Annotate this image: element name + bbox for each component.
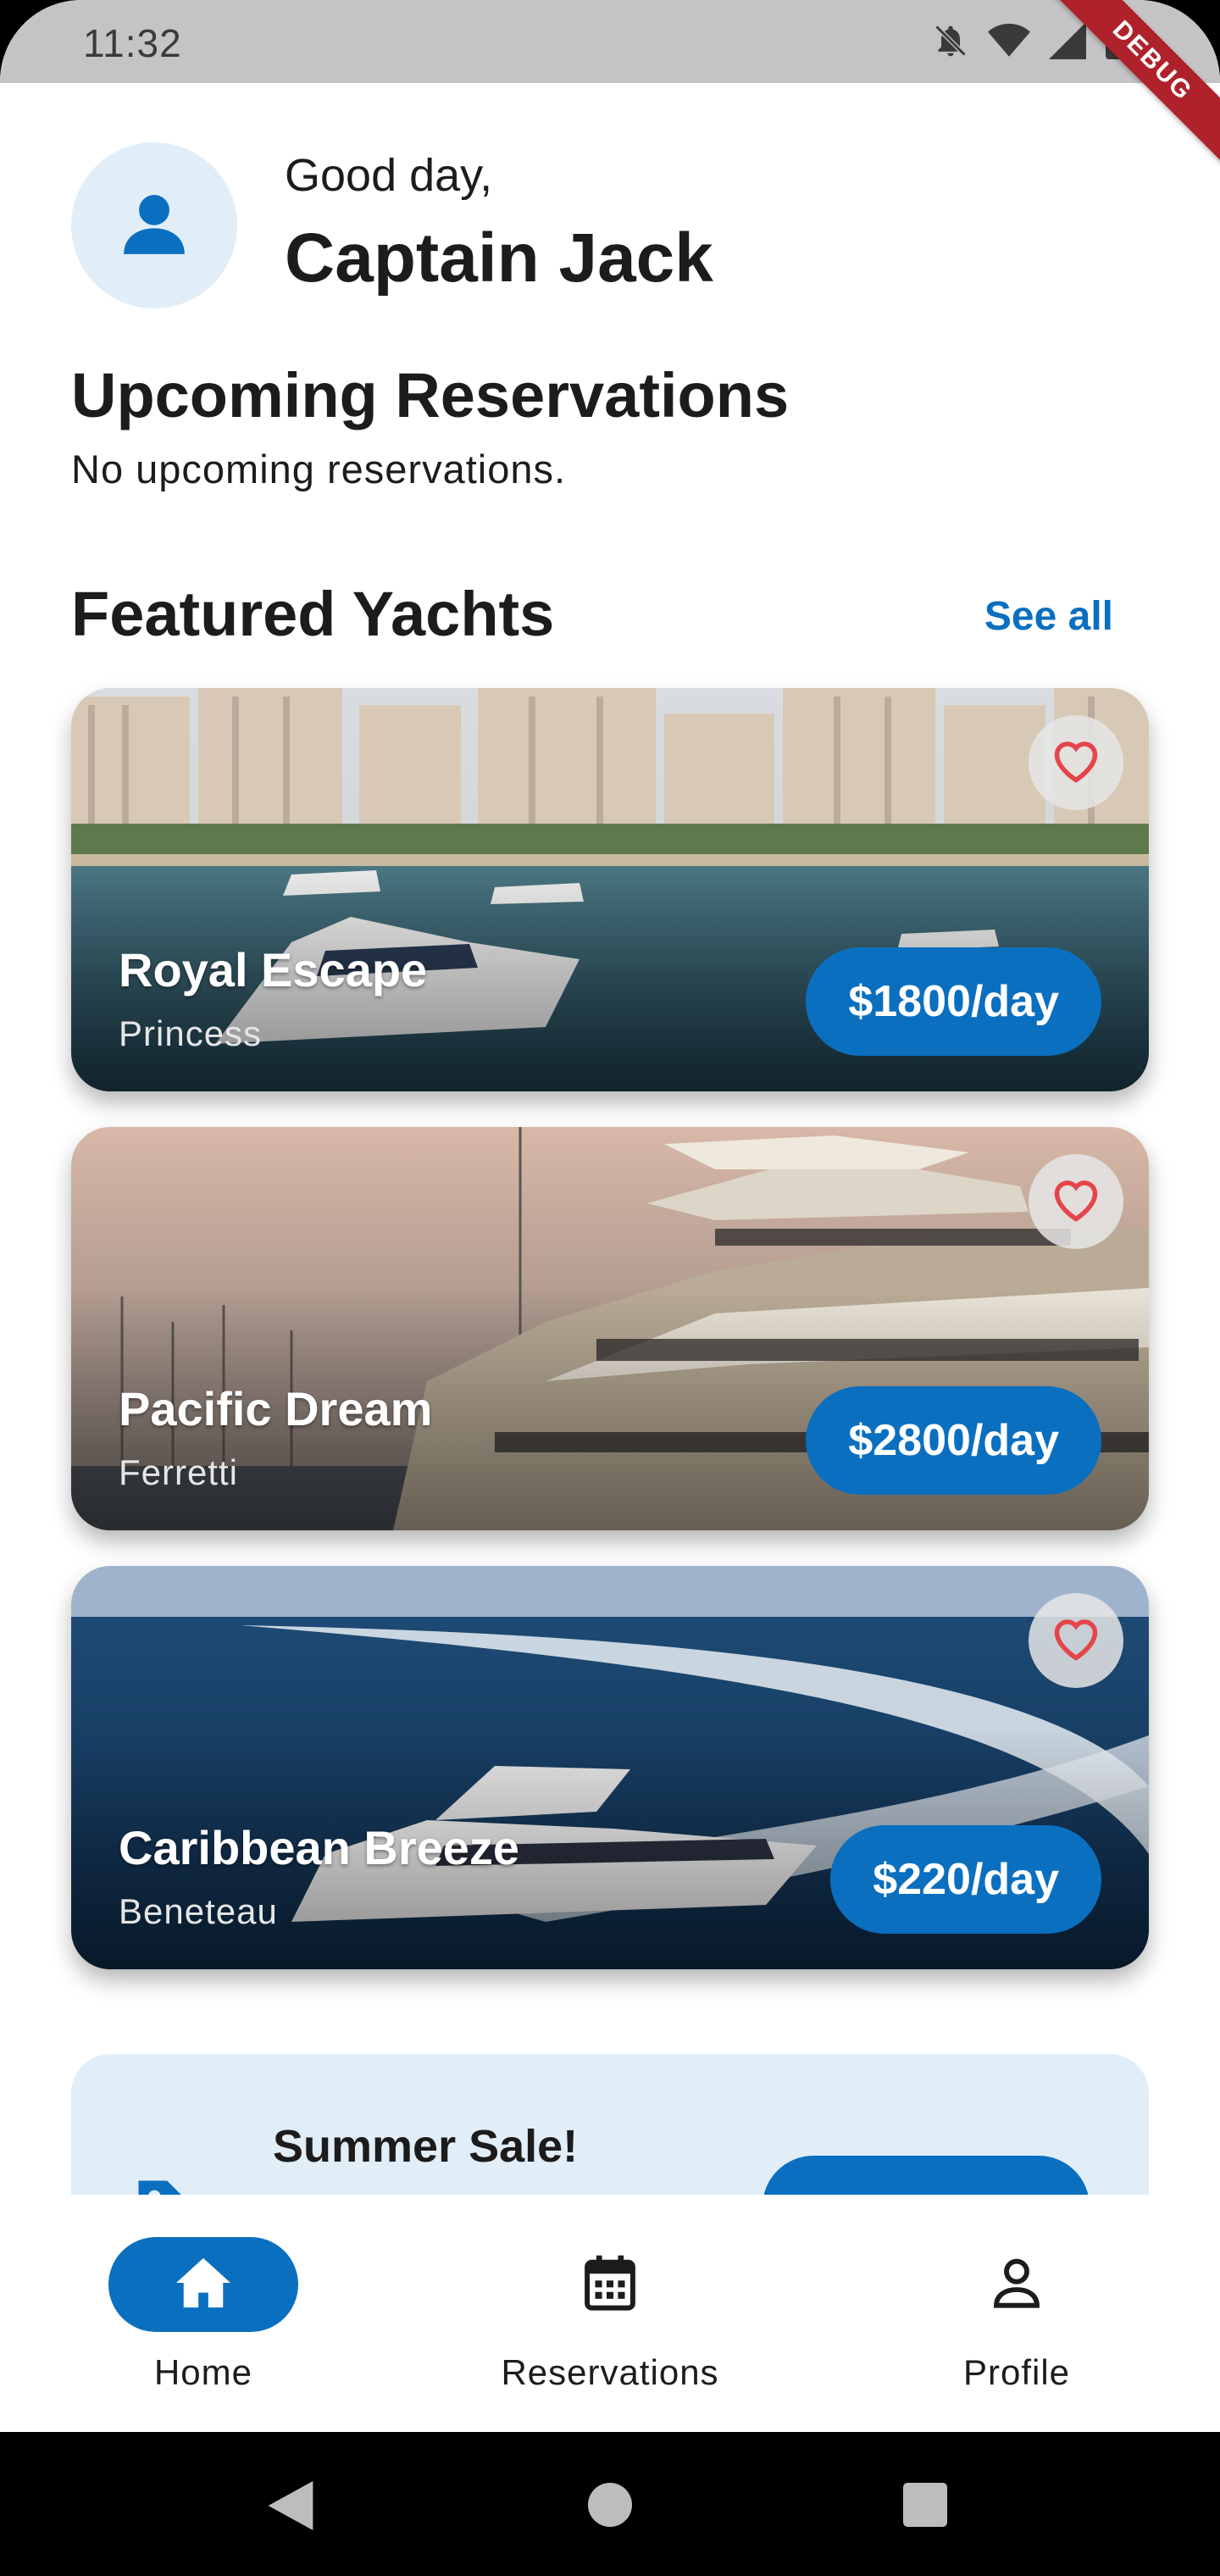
yacht-brand: Ferretti (119, 1452, 239, 1492)
home-circle-icon[interactable] (588, 2483, 632, 2531)
no-reservations-text: No upcoming reservations. (71, 447, 567, 491)
yacht-card[interactable]: Caribbean Breeze Beneteau $220/day (71, 1566, 1149, 1969)
status-time: 11:32 (83, 21, 182, 65)
see-all-link[interactable]: See all (984, 593, 1113, 640)
back-icon[interactable] (268, 2481, 313, 2534)
nav-indicator (515, 2237, 705, 2332)
yacht-brand: Beneteau (119, 1891, 278, 1931)
favorite-button[interactable] (1029, 715, 1123, 810)
price-button[interactable]: $2800/day (806, 1386, 1101, 1495)
system-navigation-bar (0, 2432, 1220, 2576)
nav-label: Profile (962, 2352, 1071, 2392)
person-icon (118, 187, 191, 264)
featured-yachts-title: Featured Yachts (71, 579, 555, 649)
signal-icon (1049, 22, 1086, 64)
heart-outline-icon (1051, 1176, 1101, 1228)
home-icon (174, 2256, 233, 2314)
status-bar: 11:32 DEBUG (0, 0, 1220, 167)
promo-title: Summer Sale! (273, 2121, 579, 2172)
yacht-card[interactable]: Pacific Dream Ferretti $2800/day (71, 1127, 1149, 1530)
heart-outline-icon (1051, 1615, 1101, 1667)
bottom-navigation: Home Reservations Profile (0, 2195, 1220, 2432)
nav-label: Reservations (501, 2352, 719, 2392)
yacht-name: Royal Escape (119, 943, 428, 997)
greeting-text: Good day, (285, 150, 493, 201)
nav-label: Home (153, 2352, 253, 2392)
heart-outline-icon (1051, 737, 1101, 789)
nav-item-home[interactable]: Home (34, 2237, 373, 2393)
recents-icon[interactable] (903, 2483, 947, 2531)
nav-item-reservations[interactable]: Reservations (441, 2237, 779, 2393)
person-icon (990, 2256, 1044, 2314)
favorite-button[interactable] (1029, 1593, 1123, 1688)
yacht-name: Caribbean Breeze (119, 1821, 520, 1874)
yacht-card[interactable]: Royal Escape Princess $1800/day (71, 688, 1149, 1091)
user-name: Captain Jack (285, 219, 713, 297)
upcoming-reservations-title: Upcoming Reservations (71, 360, 790, 430)
nav-indicator (922, 2237, 1112, 2332)
avatar[interactable] (71, 142, 237, 308)
nav-indicator (108, 2237, 298, 2332)
app-screen: 11:32 DEBUG Good day, Captain Jack Upcom… (0, 0, 1220, 2576)
notifications-off-icon (932, 22, 969, 64)
wifi-icon (988, 22, 1030, 64)
nav-item-profile[interactable]: Profile (847, 2237, 1186, 2393)
yacht-name: Pacific Dream (119, 1382, 433, 1435)
yacht-brand: Princess (119, 1013, 263, 1053)
calendar-icon (582, 2253, 638, 2317)
price-button[interactable]: $1800/day (806, 947, 1101, 1056)
favorite-button[interactable] (1029, 1154, 1123, 1249)
price-button[interactable]: $220/day (830, 1825, 1101, 1934)
